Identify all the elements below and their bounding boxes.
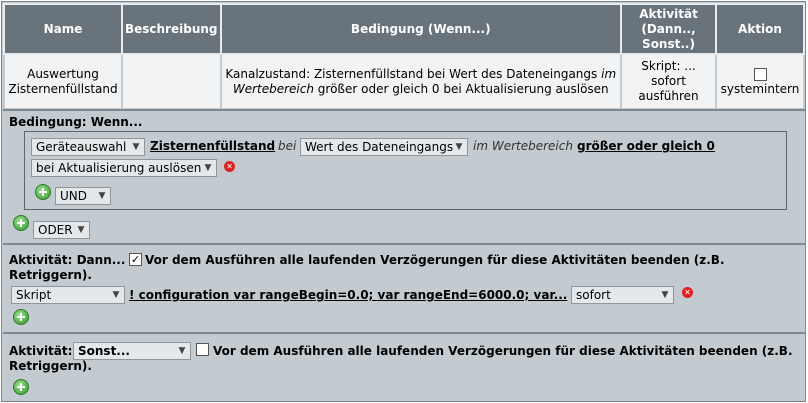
cell-condition: Kanalzustand: Zisternenfüllstand bei Wer… [219, 53, 623, 110]
range-text: im Wertebereich [473, 139, 573, 153]
then-timing-select[interactable]: sofort ▼ [571, 286, 674, 304]
or-select-value: ODER [38, 223, 73, 237]
add-then-activity-icon[interactable] [13, 309, 29, 325]
chevron-down-icon: ▼ [661, 290, 669, 300]
add-else-activity-icon[interactable] [13, 379, 29, 395]
chevron-down-icon: ▼ [112, 290, 120, 300]
then-type-select[interactable]: Skript ▼ [11, 286, 125, 304]
then-heading: Aktivität: Dann... [9, 253, 126, 267]
header-name: Name [3, 3, 123, 55]
chevron-down-icon: ▼ [98, 191, 106, 201]
table-header-row: Name Beschreibung Bedingung (Wenn...) Ak… [3, 3, 805, 55]
header-description: Beschreibung [120, 3, 222, 55]
and-select-value: UND [60, 189, 87, 203]
delete-condition-icon[interactable]: ✕ [224, 161, 235, 172]
else-type-select-value: Sonst... [78, 344, 130, 358]
range-value-link[interactable]: größer oder gleich 0 [577, 139, 715, 153]
device-select-value: Geräteauswahl [36, 140, 127, 154]
and-select[interactable]: UND ▼ [55, 187, 111, 205]
script-link[interactable]: ! configuration var rangeBegin=0.0; var … [129, 288, 567, 302]
trigger-select-value: bei Aktualisierung auslösen [36, 161, 202, 175]
then-type-select-value: Skript [16, 288, 52, 302]
then-timing-select-value: sofort [576, 288, 611, 302]
or-select[interactable]: ODER ▼ [33, 221, 90, 239]
condition-summary-part2: größer oder gleich 0 bei Aktualisierung … [317, 81, 609, 96]
then-stop-delays-label-cont: Retriggern). [9, 268, 92, 282]
condition-panel: Bedingung: Wenn... Geräteauswahl ▼ Ziste… [3, 109, 806, 243]
systemintern-checkbox[interactable] [753, 67, 767, 81]
chevron-down-icon: ▼ [204, 163, 212, 173]
condition-summary-part1: Kanalzustand: Zisternenfüllstand bei Wer… [225, 66, 598, 81]
else-stop-delays-checkbox[interactable] [196, 343, 209, 356]
value-select[interactable]: Wert des Dateneingangs ▼ [300, 138, 468, 156]
condition-group: Geräteauswahl ▼ Zisternenfüllstand bei W… [24, 131, 787, 210]
else-panel: Aktivität: Sonst... ▼ Vor dem Ausführen … [3, 332, 806, 402]
cell-activity: Skript: ... sofort ausführen [620, 53, 718, 110]
condition-heading: Bedingung: Wenn... [9, 115, 143, 129]
header-action: Aktion [715, 3, 805, 55]
device-name-link[interactable]: Zisternenfüllstand [150, 139, 275, 153]
chevron-down-icon: ▼ [132, 142, 140, 152]
chevron-down-icon: ▼ [77, 225, 85, 235]
systemintern-label: systemintern [720, 81, 800, 96]
device-select[interactable]: Geräteauswahl ▼ [31, 138, 145, 156]
table-row: Auswertung Zisternenfüllstand Kanalzusta… [3, 53, 805, 110]
then-stop-delays-checkbox[interactable] [129, 253, 142, 266]
else-stop-delays-label: Vor dem Ausführen alle laufenden Verzöge… [213, 344, 793, 358]
then-panel: Aktivität: Dann... Vor dem Ausführen all… [3, 243, 806, 332]
chevron-down-icon: ▼ [455, 142, 463, 152]
add-or-condition-icon[interactable] [13, 215, 29, 231]
header-activity: Aktivität (Dann.., Sonst..) [620, 3, 718, 55]
header-condition: Bedingung (Wenn...) [219, 3, 623, 55]
else-heading: Aktivität: [9, 344, 73, 358]
program-editor: Name Beschreibung Bedingung (Wenn...) Ak… [1, 1, 806, 402]
cell-action: systemintern [715, 53, 805, 110]
delete-activity-icon[interactable]: ✕ [682, 287, 693, 298]
bei-text: bei [278, 139, 297, 153]
value-select-value: Wert des Dateneingangs [305, 140, 454, 154]
chevron-down-icon: ▼ [178, 346, 186, 356]
add-and-condition-icon[interactable] [35, 184, 51, 200]
cell-name: Auswertung Zisternenfüllstand [3, 53, 123, 110]
then-stop-delays-label: Vor dem Ausführen alle laufenden Verzöge… [145, 253, 725, 267]
cell-description [120, 53, 222, 110]
else-type-select[interactable]: Sonst... ▼ [73, 342, 191, 360]
trigger-select[interactable]: bei Aktualisierung auslösen ▼ [31, 159, 217, 177]
program-summary-table: Name Beschreibung Bedingung (Wenn...) Ak… [3, 3, 805, 110]
else-stop-delays-label-cont: Retriggern). [9, 359, 92, 373]
